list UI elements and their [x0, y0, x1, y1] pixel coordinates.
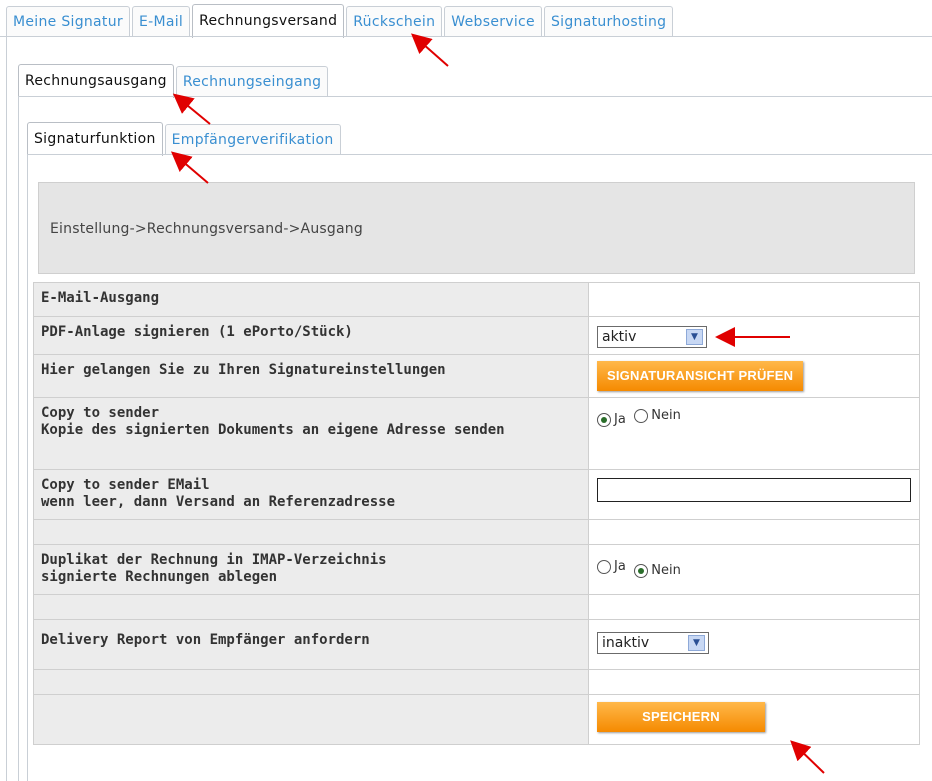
dup-ja-label: Ja	[614, 559, 626, 574]
delivery-value: inaktiv	[602, 635, 650, 651]
cts-email-input[interactable]	[597, 478, 911, 502]
breadcrumb: Einstellung->Rechnungsversand->Ausgang	[38, 182, 915, 274]
arrow-to-rechnungsversand	[411, 33, 449, 67]
dup-title: Duplikat der Rechnung in IMAP-Verzeichni…	[41, 552, 387, 568]
delivery-label: Delivery Report von Empfänger anfordern	[33, 619, 589, 670]
tab-signaturfunktion[interactable]: Signaturfunktion	[27, 122, 163, 156]
tab-email[interactable]: E-Mail	[131, 6, 191, 36]
tab-rueckschein[interactable]: Rückschein	[346, 6, 443, 36]
tab-meine-signatur[interactable]: Meine Signatur	[6, 6, 130, 36]
breadcrumb-text: Einstellung->Rechnungsversand->Ausgang	[50, 221, 363, 237]
cts-label-desc: Kopie des signierten Dokuments an eigene…	[41, 422, 505, 438]
dup-nein-label: Nein	[651, 563, 681, 578]
dup-ja-radio[interactable]: Ja	[597, 559, 626, 574]
delivery-select[interactable]: inaktiv ▼	[597, 632, 709, 654]
tab-signaturhosting[interactable]: Signaturhosting	[543, 6, 674, 36]
speichern-button[interactable]: SPEICHERN	[597, 702, 765, 732]
tab-empfaengerverifikation[interactable]: Empfängerverifikation	[164, 124, 341, 154]
subtab-divider	[18, 96, 932, 97]
tab-rechnungsversand[interactable]: Rechnungsversand	[192, 4, 345, 38]
pdf-sign-select[interactable]: aktiv ▼	[597, 326, 707, 348]
settings-form: E-Mail-Ausgang PDF-Anlage signieren (1 e…	[33, 282, 920, 745]
cts-ja-label: Ja	[614, 412, 626, 427]
main-tabs: Meine Signatur E-Mail Rechnungsversand R…	[6, 4, 674, 40]
signaturansicht-pruefen-button[interactable]: SIGNATURANSICHT PRÜFEN	[597, 361, 804, 391]
subsubtab-divider	[27, 154, 932, 155]
cts-ja-radio[interactable]: Ja	[597, 412, 626, 427]
radio-checked-icon	[597, 412, 611, 427]
email-ausgang-label: E-Mail-Ausgang	[33, 282, 589, 317]
subsub-tabs: Signaturfunktion Empfängerverifikation	[27, 122, 341, 158]
arrow-to-rechnungsausgang	[172, 93, 211, 125]
arrow-to-signaturfunktion	[170, 151, 209, 184]
sub-tabs: Rechnungsausgang Rechnungseingang	[18, 64, 329, 100]
chevron-down-icon: ▼	[688, 635, 705, 651]
arrow-to-speichern	[790, 740, 825, 774]
cts-nein-radio[interactable]: Nein	[634, 408, 681, 423]
sig-settings-label: Hier gelangen Sie zu Ihren Signatureinst…	[33, 354, 589, 398]
tab-rechnungsausgang[interactable]: Rechnungsausgang	[18, 64, 174, 98]
radio-checked-icon	[634, 563, 649, 578]
cts-nein-label: Nein	[651, 408, 681, 423]
dup-desc: signierte Rechnungen ablegen	[41, 569, 278, 585]
subsub-left-border	[27, 154, 28, 781]
sub-left-border	[18, 96, 19, 781]
outer-left-border	[6, 36, 7, 781]
tab-webservice[interactable]: Webservice	[444, 6, 542, 36]
pdf-sign-value: aktiv	[602, 329, 637, 345]
tabbar-divider	[0, 36, 932, 37]
cts-email-title: Copy to sender EMail	[41, 477, 210, 493]
cts-label-title: Copy to sender	[41, 405, 160, 421]
tab-rechnungseingang[interactable]: Rechnungseingang	[175, 66, 329, 96]
pdf-sign-label: PDF-Anlage signieren (1 ePorto/Stück)	[33, 316, 589, 355]
radio-unchecked-icon	[634, 408, 649, 423]
chevron-down-icon: ▼	[686, 329, 703, 345]
radio-unchecked-icon	[597, 559, 611, 574]
cts-email-desc: wenn leer, dann Versand an Referenzadres…	[41, 494, 396, 510]
dup-nein-radio[interactable]: Nein	[634, 563, 681, 578]
